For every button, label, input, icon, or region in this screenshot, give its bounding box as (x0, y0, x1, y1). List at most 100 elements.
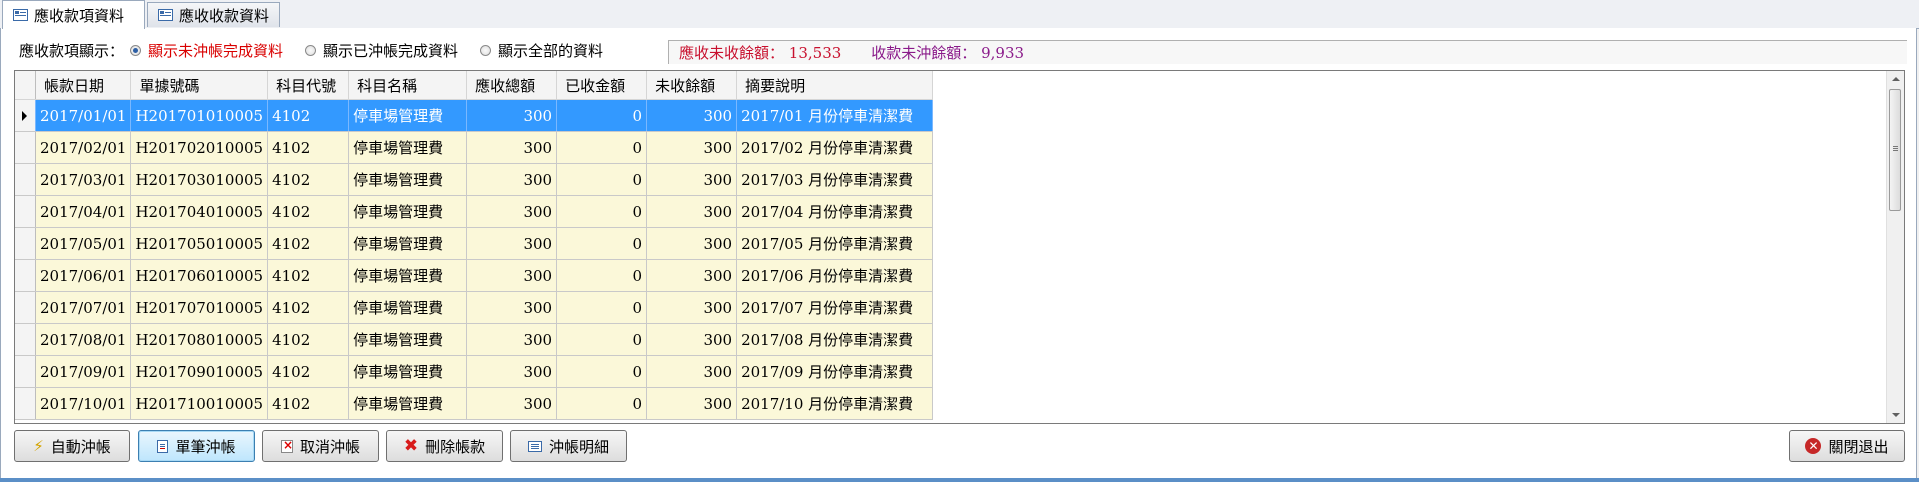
cell-balance[interactable]: 300 (646, 387, 738, 420)
cell-balance[interactable]: 300 (646, 259, 738, 292)
column-header[interactable]: 已收金額 (556, 71, 648, 100)
cancel-offset-button[interactable]: 取消沖帳 (262, 430, 379, 462)
row-header[interactable] (15, 227, 36, 260)
cell-account-name[interactable]: 停車場管理費 (348, 227, 468, 260)
cell-total[interactable]: 300 (466, 387, 558, 420)
cell-account-name[interactable]: 停車場管理費 (348, 195, 468, 228)
cell-date[interactable]: 2017/07/01 (35, 291, 132, 324)
cell-date[interactable]: 2017/01/01 (35, 99, 132, 132)
cell-balance[interactable]: 300 (646, 195, 738, 228)
radio-button[interactable] (130, 44, 142, 56)
column-header[interactable]: 帳款日期 (35, 71, 132, 100)
table-row[interactable]: 2017/02/01 H201702010005 4102 停車場管理費 300… (15, 131, 934, 164)
table-row[interactable]: 2017/04/01 H201704010005 4102 停車場管理費 300… (15, 195, 934, 228)
cell-description[interactable]: 2017/09 月份停車清潔費 (736, 355, 934, 388)
cell-received[interactable]: 0 (556, 99, 648, 132)
cell-received[interactable]: 0 (556, 323, 648, 356)
column-header[interactable]: 單據號碼 (130, 71, 269, 100)
scrollbar-thumb[interactable] (1889, 89, 1901, 211)
cell-account-name[interactable]: 停車場管理費 (348, 291, 468, 324)
cell-total[interactable]: 300 (466, 163, 558, 196)
column-header[interactable]: 科目代號 (267, 71, 350, 100)
cell-account-code[interactable]: 4102 (267, 259, 350, 292)
cell-description[interactable]: 2017/10 月份停車清潔費 (736, 387, 934, 420)
table-row[interactable]: 2017/01/01 H201701010005 4102 停車場管理費 300… (15, 99, 934, 132)
scroll-up-arrow-icon[interactable] (1887, 71, 1904, 88)
cell-balance[interactable]: 300 (646, 99, 738, 132)
cell-description[interactable]: 2017/05 月份停車清潔費 (736, 227, 934, 260)
cell-account-code[interactable]: 4102 (267, 195, 350, 228)
cell-received[interactable]: 0 (556, 163, 648, 196)
row-header[interactable] (15, 163, 36, 196)
column-header[interactable]: 應收總額 (466, 71, 558, 100)
cell-description[interactable]: 2017/03 月份停車清潔費 (736, 163, 934, 196)
row-header[interactable] (15, 195, 36, 228)
column-header[interactable]: 未收餘額 (646, 71, 738, 100)
table-row[interactable]: 2017/05/01 H201705010005 4102 停車場管理費 300… (15, 227, 934, 260)
radio-button[interactable] (480, 44, 492, 56)
cell-date[interactable]: 2017/06/01 (35, 259, 132, 292)
table-row[interactable]: 2017/03/01 H201703010005 4102 停車場管理費 300… (15, 163, 934, 196)
cell-account-code[interactable]: 4102 (267, 99, 350, 132)
cell-account-name[interactable]: 停車場管理費 (348, 355, 468, 388)
single-offset-button[interactable]: 單筆沖帳 (138, 430, 255, 462)
close-exit-button[interactable]: ✕ 關閉退出 (1789, 430, 1905, 462)
row-header[interactable] (15, 387, 36, 420)
cell-balance[interactable]: 300 (646, 163, 738, 196)
cell-account-code[interactable]: 4102 (267, 227, 350, 260)
cell-total[interactable]: 300 (466, 227, 558, 260)
delete-entry-button[interactable]: ✖ 刪除帳款 (386, 430, 503, 462)
cell-received[interactable]: 0 (556, 131, 648, 164)
cell-account-code[interactable]: 4102 (267, 323, 350, 356)
cell-description[interactable]: 2017/01 月份停車清潔費 (736, 99, 934, 132)
cell-description[interactable]: 2017/04 月份停車清潔費 (736, 195, 934, 228)
cell-date[interactable]: 2017/04/01 (35, 195, 132, 228)
radio-show-all[interactable]: 顯示全部的資料 (480, 40, 603, 61)
cell-balance[interactable]: 300 (646, 227, 738, 260)
cell-balance[interactable]: 300 (646, 323, 738, 356)
scroll-down-arrow-icon[interactable] (1887, 406, 1904, 423)
cell-total[interactable]: 300 (466, 355, 558, 388)
cell-doc-no[interactable]: H201704010005 (130, 195, 269, 228)
row-header[interactable] (15, 259, 36, 292)
table-row[interactable]: 2017/09/01 H201709010005 4102 停車場管理費 300… (15, 355, 934, 388)
vertical-scrollbar[interactable] (1886, 71, 1904, 423)
row-header[interactable] (15, 291, 36, 324)
cell-account-name[interactable]: 停車場管理費 (348, 323, 468, 356)
cell-account-name[interactable]: 停車場管理費 (348, 99, 468, 132)
row-header[interactable] (15, 323, 36, 356)
cell-date[interactable]: 2017/08/01 (35, 323, 132, 356)
offset-detail-button[interactable]: 沖帳明細 (510, 430, 627, 462)
cell-doc-no[interactable]: H201708010005 (130, 323, 269, 356)
cell-received[interactable]: 0 (556, 387, 648, 420)
table-row[interactable]: 2017/08/01 H201708010005 4102 停車場管理費 300… (15, 323, 934, 356)
cell-account-name[interactable]: 停車場管理費 (348, 163, 468, 196)
cell-total[interactable]: 300 (466, 291, 558, 324)
cell-doc-no[interactable]: H201710010005 (130, 387, 269, 420)
radio-button[interactable] (305, 44, 317, 56)
tab-receipts[interactable]: 應收收款資料 (147, 2, 280, 27)
column-header[interactable]: 摘要說明 (736, 71, 934, 100)
cell-doc-no[interactable]: H201709010005 (130, 355, 269, 388)
cell-doc-no[interactable]: H201706010005 (130, 259, 269, 292)
cell-balance[interactable]: 300 (646, 291, 738, 324)
radio-show-settled[interactable]: 顯示已沖帳完成資料 (305, 40, 458, 61)
cell-balance[interactable]: 300 (646, 131, 738, 164)
cell-total[interactable]: 300 (466, 131, 558, 164)
table-row[interactable]: 2017/06/01 H201706010005 4102 停車場管理費 300… (15, 259, 934, 292)
row-header[interactable] (15, 355, 36, 388)
cell-date[interactable]: 2017/09/01 (35, 355, 132, 388)
cell-account-code[interactable]: 4102 (267, 163, 350, 196)
cell-account-code[interactable]: 4102 (267, 291, 350, 324)
cell-account-code[interactable]: 4102 (267, 355, 350, 388)
cell-description[interactable]: 2017/08 月份停車清潔費 (736, 323, 934, 356)
cell-date[interactable]: 2017/05/01 (35, 227, 132, 260)
auto-offset-button[interactable]: ⚡ 自動沖帳 (14, 430, 130, 462)
receivables-grid[interactable]: 帳款日期 單據號碼 科目代號 科目名稱 應收總額 已收金額 未收餘額 摘要說明 … (14, 70, 1905, 424)
cell-total[interactable]: 300 (466, 259, 558, 292)
cell-total[interactable]: 300 (466, 323, 558, 356)
cell-received[interactable]: 0 (556, 355, 648, 388)
cell-received[interactable]: 0 (556, 195, 648, 228)
cell-date[interactable]: 2017/10/01 (35, 387, 132, 420)
table-row[interactable]: 2017/07/01 H201707010005 4102 停車場管理費 300… (15, 291, 934, 324)
